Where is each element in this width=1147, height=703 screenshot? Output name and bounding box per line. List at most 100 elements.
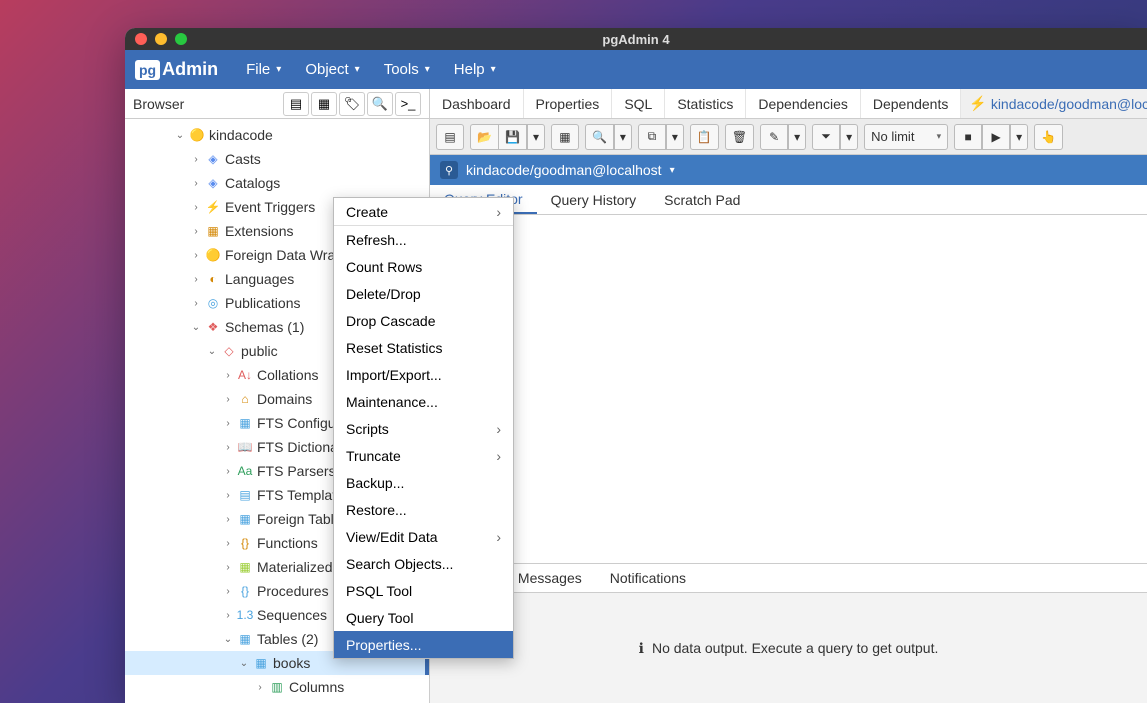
- tool-filter-icon[interactable]: ⏷: [812, 124, 840, 150]
- tool-find-dropdown[interactable]: ▾: [614, 124, 632, 150]
- tree-item-casts[interactable]: ›◈Casts: [125, 147, 429, 171]
- minimize-icon[interactable]: [155, 33, 167, 45]
- context-menu-reset-statistics[interactable]: Reset Statistics: [334, 334, 513, 361]
- context-menu-label: Scripts: [346, 421, 389, 437]
- rtab-messages[interactable]: Messages: [504, 564, 596, 592]
- tool-explain-icon[interactable]: 👆: [1034, 124, 1063, 150]
- expand-icon[interactable]: ›: [189, 250, 203, 261]
- context-menu-delete-drop[interactable]: Delete/Drop: [334, 280, 513, 307]
- tab-dependents[interactable]: Dependents: [861, 89, 962, 118]
- context-menu-refresh-[interactable]: Refresh...: [334, 226, 513, 253]
- collapse-icon[interactable]: ⌄: [189, 322, 203, 333]
- tree-item-kindacode[interactable]: ⌄🟡kindacode: [125, 123, 429, 147]
- expand-icon[interactable]: ›: [221, 562, 235, 573]
- close-icon[interactable]: [135, 33, 147, 45]
- expand-icon[interactable]: ›: [253, 682, 267, 693]
- sidebar-btn-grid-icon[interactable]: ▦: [311, 92, 337, 116]
- tool-save-icon[interactable]: 💾: [498, 124, 527, 150]
- maximize-icon[interactable]: [175, 33, 187, 45]
- qtab-scratch[interactable]: Scratch Pad: [650, 185, 754, 214]
- expand-icon[interactable]: ›: [221, 490, 235, 501]
- context-menu-restore-[interactable]: Restore...: [334, 496, 513, 523]
- rtab-notifications[interactable]: Notifications: [596, 564, 700, 592]
- context-menu-properties-[interactable]: Properties...: [334, 631, 513, 658]
- tool-filter-dropdown[interactable]: ▾: [840, 124, 858, 150]
- toolbar: ▤ 📂 💾 ▾ ▦ 🔍 ▾ ⧉ ▾ 📋 🗑 ✎: [430, 119, 1147, 155]
- tree-type-icon: ▤: [237, 487, 253, 503]
- expand-icon[interactable]: ›: [221, 586, 235, 597]
- context-menu-maintenance-[interactable]: Maintenance...: [334, 388, 513, 415]
- collapse-icon[interactable]: ⌄: [205, 346, 219, 357]
- tool-copy-dropdown[interactable]: ▾: [666, 124, 684, 150]
- context-menu-label: Delete/Drop: [346, 286, 421, 302]
- tool-stop-icon[interactable]: ■: [954, 124, 982, 150]
- tab-dependencies[interactable]: Dependencies: [746, 89, 861, 118]
- tab-dashboard[interactable]: Dashboard: [430, 89, 524, 118]
- expand-icon[interactable]: ›: [221, 442, 235, 453]
- chevron-down-icon[interactable]: ▾: [670, 165, 675, 176]
- collapse-icon[interactable]: ⌄: [237, 658, 251, 669]
- sidebar-btn-tag-icon[interactable]: 🏷: [339, 92, 365, 116]
- expand-icon[interactable]: ›: [189, 178, 203, 189]
- context-menu-truncate[interactable]: Truncate: [334, 442, 513, 469]
- tool-edit-icon[interactable]: ✎: [760, 124, 788, 150]
- expand-icon[interactable]: ›: [189, 154, 203, 165]
- query-editor[interactable]: [430, 215, 1147, 563]
- context-menu-import-export-[interactable]: Import/Export...: [334, 361, 513, 388]
- context-menu[interactable]: CreateRefresh...Count Rows Delete/Drop Dro…: [333, 197, 514, 659]
- qtab-history[interactable]: Query History: [537, 185, 651, 214]
- tool-copy-icon[interactable]: ⧉: [638, 124, 666, 150]
- sidebar-btn-db-icon[interactable]: ▤: [283, 92, 309, 116]
- tree-item-label: Columns: [289, 679, 344, 695]
- menu-tools[interactable]: Tools: [374, 55, 440, 84]
- context-menu-count-rows[interactable]: Count Rows: [334, 253, 513, 280]
- expand-icon[interactable]: ›: [189, 298, 203, 309]
- context-menu-view-edit-data[interactable]: View/Edit Data: [334, 523, 513, 550]
- tool-delete-icon[interactable]: 🗑: [725, 124, 754, 150]
- expand-icon[interactable]: ›: [221, 466, 235, 477]
- context-menu-scripts[interactable]: Scripts: [334, 415, 513, 442]
- tool-paste-icon[interactable]: 📋: [690, 124, 719, 150]
- collapse-icon[interactable]: ⌄: [173, 130, 187, 141]
- tool-find-icon[interactable]: 🔍: [585, 124, 614, 150]
- context-menu-backup-[interactable]: Backup...: [334, 469, 513, 496]
- sidebar-btn-search-icon[interactable]: 🔍: [367, 92, 393, 116]
- tree-item-catalogs[interactable]: ›◈Catalogs: [125, 171, 429, 195]
- tree-item-columns[interactable]: ›▥Columns: [125, 675, 429, 699]
- tab-statistics[interactable]: Statistics: [665, 89, 746, 118]
- tab-properties[interactable]: Properties: [524, 89, 613, 118]
- sidebar-btn-terminal-icon[interactable]: >_: [395, 92, 421, 116]
- tool-run-dropdown[interactable]: ▾: [1010, 124, 1028, 150]
- context-menu-psql-tool[interactable]: PSQL Tool: [334, 577, 513, 604]
- expand-icon[interactable]: ›: [189, 226, 203, 237]
- tree-item-label: books: [273, 655, 310, 671]
- result-message: No data output. Execute a query to get o…: [652, 640, 938, 656]
- tool-copy-sql-icon[interactable]: ▦: [551, 124, 579, 150]
- tool-edit-dropdown[interactable]: ▾: [788, 124, 806, 150]
- menu-help[interactable]: Help: [444, 55, 506, 84]
- context-menu-search-objects-[interactable]: Search Objects...: [334, 550, 513, 577]
- context-menu-create[interactable]: Create: [334, 198, 513, 225]
- expand-icon[interactable]: ›: [221, 370, 235, 381]
- tool-run-icon[interactable]: ▶: [982, 124, 1010, 150]
- expand-icon[interactable]: ›: [221, 418, 235, 429]
- expand-icon[interactable]: ›: [221, 610, 235, 621]
- context-menu-query-tool[interactable]: Query Tool: [334, 604, 513, 631]
- expand-icon[interactable]: ›: [221, 538, 235, 549]
- tool-save-dropdown[interactable]: ▾: [527, 124, 545, 150]
- expand-icon[interactable]: ›: [189, 202, 203, 213]
- context-menu-drop-cascade[interactable]: Drop Cascade: [334, 307, 513, 334]
- menu-object[interactable]: Object: [295, 55, 369, 84]
- tool-db-icon[interactable]: ▤: [436, 124, 464, 150]
- collapse-icon[interactable]: ⌄: [221, 634, 235, 645]
- connection-icon[interactable]: ⚲: [440, 161, 458, 179]
- expand-icon[interactable]: ›: [221, 514, 235, 525]
- expand-icon[interactable]: ›: [189, 274, 203, 285]
- tab-sql[interactable]: SQL: [612, 89, 665, 118]
- expand-icon[interactable]: ›: [221, 394, 235, 405]
- tool-limit-dropdown[interactable]: No limit: [864, 124, 948, 150]
- context-menu-label: Drop Cascade: [346, 313, 436, 329]
- menu-file[interactable]: File: [236, 55, 291, 84]
- tab-connection[interactable]: ⚡ kindacode/goodman@localhos: [961, 89, 1147, 118]
- tool-open-icon[interactable]: 📂: [470, 124, 498, 150]
